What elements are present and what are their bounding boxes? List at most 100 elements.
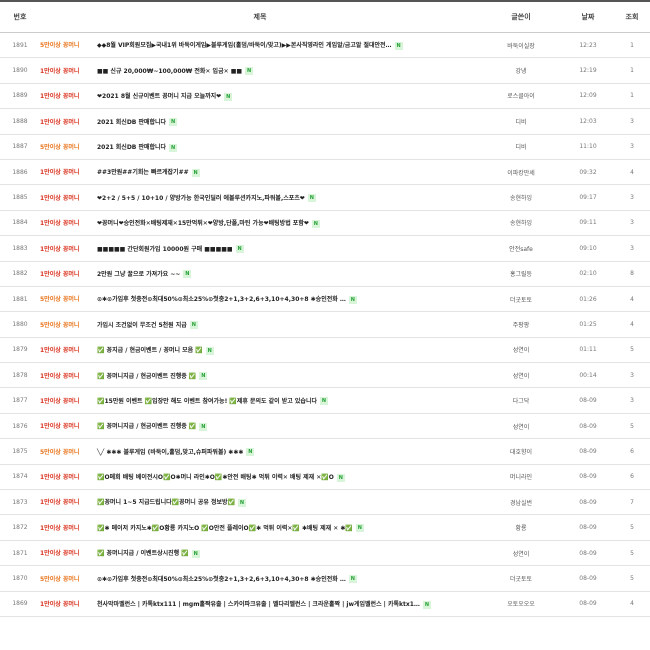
- post-author[interactable]: 강냉: [480, 57, 562, 84]
- post-author[interactable]: 머니라인: [480, 464, 562, 491]
- post-author[interactable]: 홍그릴등: [480, 261, 562, 287]
- post-author[interactable]: 황룡: [480, 514, 562, 541]
- category-link[interactable]: 1만이상 꽁머니: [40, 548, 97, 557]
- post-number: 1885: [0, 184, 40, 211]
- post-date: 09:10: [562, 235, 614, 262]
- post-title-link[interactable]: ◆◆8월 VIP회원모집▶국내1위 바둑이게임▶블루게임(홀덤/바둑이/맞고)▶…: [97, 42, 392, 49]
- new-badge: N: [183, 270, 192, 279]
- column-header-title: 제목: [40, 0, 480, 33]
- post-number: 1877: [0, 387, 40, 414]
- post-number: 1887: [0, 134, 40, 160]
- table-row: 1887 5만이상 꽁머니 2021 회신DB 판매합니다 N 디비 11:10 3: [0, 134, 650, 160]
- category-link[interactable]: 1만이상 꽁머니: [40, 497, 97, 506]
- category-link[interactable]: 1만이상 꽁머니: [40, 396, 97, 405]
- post-title-link[interactable]: ✅✱ 메이저 카지노✱✅O황룡 카지노O ✅O안전 플레이O✅✱ 먹튀 이력✕✅…: [97, 525, 353, 532]
- post-title-cell: 1만이상 꽁머니 ##3만원##기회는 빠르게잡기## N: [40, 159, 480, 186]
- post-author[interactable]: 바둑이실장: [480, 32, 562, 59]
- post-author[interactable]: 오토오오오: [480, 591, 562, 617]
- post-author[interactable]: 송현하잉: [480, 210, 562, 237]
- post-author[interactable]: 성연이: [480, 413, 562, 440]
- post-title-link[interactable]: ❤2021 8월 신규이벤트 꽁머니 지급 오늘까지❤: [97, 93, 221, 100]
- post-author[interactable]: 성연이: [480, 362, 562, 389]
- post-author[interactable]: 다그닥: [480, 387, 562, 414]
- category-link[interactable]: 1만이상 꽁머니: [40, 599, 97, 608]
- post-title-link[interactable]: ✅ 꽁머니지급 / 현금이벤트 진행중 ✅: [97, 423, 196, 430]
- table-row: 1877 1만이상 꽁머니 ✅15만원 이벤트 ✅입장만 해도 이벤트 참여가능!…: [0, 387, 650, 414]
- post-views: 3: [614, 108, 650, 135]
- post-author[interactable]: 대호향이: [480, 438, 562, 465]
- category-link[interactable]: 1만이상 꽁머니: [40, 523, 97, 532]
- post-title-link[interactable]: ■■■■■ 간단회원가입 10000원 구매 ■■■■■: [97, 246, 233, 253]
- category-link[interactable]: 1만이상 꽁머니: [40, 269, 97, 278]
- post-author[interactable]: 성연이: [480, 337, 562, 364]
- category-link[interactable]: 5만이상 꽁머니: [40, 574, 97, 583]
- post-number: 1880: [0, 311, 40, 338]
- post-date: 08-09: [562, 565, 614, 592]
- category-link[interactable]: 1만이상 꽁머니: [40, 167, 97, 176]
- post-author[interactable]: 로스클아이: [480, 83, 562, 110]
- post-author[interactable]: 이파캉만세: [480, 159, 562, 186]
- category-link[interactable]: 5만이상 꽁머니: [40, 142, 97, 151]
- category-link[interactable]: 1만이상 꽁머니: [40, 244, 97, 253]
- post-date: 08-09: [562, 464, 614, 491]
- table-row: 1890 1만이상 꽁머니 ■■ 신규 20,000₩~100,000₩ 전화✕ …: [0, 57, 650, 84]
- post-title-cell: 1만이상 꽁머니 ✅ 꽁머니지급 / 이벤트상시진행 ✅ N: [40, 540, 480, 567]
- post-title-link[interactable]: ✅ 꽁머니지급 / 현금이벤트 진행중 ✅: [97, 373, 196, 380]
- post-title-cell: 1만이상 꽁머니 ✅O메회 배팅 베이전시O✅O✱머니 라인✱O✅✱안전 배팅✱ …: [40, 464, 480, 491]
- column-header-no: 번호: [0, 0, 40, 33]
- new-badge: N: [246, 448, 255, 457]
- post-title-link[interactable]: 가입시 조건없이 무조건 5천원 지급: [97, 322, 187, 329]
- category-link[interactable]: 5만이상 꽁머니: [40, 447, 97, 456]
- category-link[interactable]: 1만이상 꽁머니: [40, 91, 97, 100]
- category-link[interactable]: 1만이상 꽁머니: [40, 345, 97, 354]
- new-badge: N: [336, 473, 345, 482]
- post-title-link[interactable]: ⊙✱⊙가입후 첫충전⊙최대50%⊙최소25%⊙첫충2+1,3+2,6+3,10+…: [97, 576, 346, 583]
- post-author[interactable]: 더굿토토: [480, 565, 562, 592]
- post-list-body: 1891 5만이상 꽁머니 ◆◆8월 VIP회원모집▶국내1위 바둑이게임▶블루게…: [0, 32, 650, 617]
- post-title-link[interactable]: 천사막마벨런스 | 카톡ktx111 | mgm홀짝유출 | 스카이파크유출 |…: [97, 601, 420, 608]
- category-link[interactable]: 5만이상 꽁머니: [40, 294, 97, 303]
- category-link[interactable]: 1만이상 꽁머니: [40, 218, 97, 227]
- post-title-link[interactable]: 2021 회신DB 판매합니다: [97, 119, 166, 126]
- post-title-link[interactable]: ✅ 꽁지급 / 현금이벤트 / 꽁머니 모음 ✅: [97, 347, 203, 354]
- category-link[interactable]: 5만이상 꽁머니: [40, 320, 97, 329]
- post-number: 1871: [0, 540, 40, 567]
- post-title-link[interactable]: ❤2+2 / 5+5 / 10+10 / 양방가능 한국인딜러 에볼루션카지노,…: [97, 195, 305, 202]
- category-link[interactable]: 1만이상 꽁머니: [40, 193, 97, 202]
- post-author[interactable]: 성연이: [480, 540, 562, 567]
- post-title-link[interactable]: 2021 회신DB 판매합니다: [97, 144, 166, 151]
- new-badge: N: [238, 498, 246, 507]
- post-author[interactable]: 송현하잉: [480, 184, 562, 211]
- category-link[interactable]: 1만이상 꽁머니: [40, 472, 97, 481]
- post-date: 08-09: [562, 540, 614, 567]
- post-number: 1875: [0, 438, 40, 465]
- new-badge: N: [320, 397, 328, 406]
- new-badge: N: [205, 346, 214, 355]
- post-title-link[interactable]: ╲╱ ✱✱✱ 블루게임 (바둑이,홀덤,맞고,슈퍼파워볼) ✱✱✱: [97, 449, 243, 456]
- category-link[interactable]: 5만이상 꽁머니: [40, 40, 97, 49]
- post-title-link[interactable]: ✅꽁머니 1~5 지급드립니다✅꽁머니 공유 정보방✅: [97, 499, 235, 506]
- post-title-link[interactable]: ✅15만원 이벤트 ✅입장만 해도 이벤트 참여가능! ✅제휴 문의도 같이 받…: [97, 398, 317, 405]
- post-title-link[interactable]: ✅ 꽁머니지급 / 이벤트상시진행 ✅: [97, 550, 189, 557]
- category-link[interactable]: 1만이상 꽁머니: [40, 421, 97, 430]
- post-author[interactable]: 경남실번: [480, 489, 562, 516]
- post-title-link[interactable]: ##3만원##기회는 빠르게잡기##: [97, 169, 189, 176]
- post-date: 08-09: [562, 413, 614, 440]
- post-title-link[interactable]: 2만원 그냥 꿀으로 가져가요 ~~: [97, 271, 180, 278]
- table-row: 1880 5만이상 꽁머니 가입시 조건없이 무조건 5천원 지급 N 주팡팡 01…: [0, 311, 650, 338]
- post-title-link[interactable]: ■■ 신규 20,000₩~100,000₩ 전화✕ 입금✕ ■■: [97, 68, 242, 75]
- post-author[interactable]: 주팡팡: [480, 311, 562, 338]
- post-author[interactable]: 더굿토토: [480, 286, 562, 313]
- category-link[interactable]: 1만이상 꽁머니: [40, 66, 97, 75]
- category-link[interactable]: 1만이상 꽁머니: [40, 117, 97, 126]
- post-author[interactable]: 디비: [480, 108, 562, 135]
- post-title-link[interactable]: ⊙✱⊙가입후 첫충전⊙최대50%⊙최소25%⊙첫충2+1,3+2,6+3,10+…: [97, 296, 346, 303]
- post-number: 1870: [0, 565, 40, 592]
- post-author[interactable]: 안전safe: [480, 235, 562, 262]
- category-link[interactable]: 1만이상 꽁머니: [40, 371, 97, 380]
- table-row: 1871 1만이상 꽁머니 ✅ 꽁머니지급 / 이벤트상시진행 ✅ N 성연이 08…: [0, 540, 650, 567]
- post-views: 6: [614, 464, 650, 491]
- post-author[interactable]: 디비: [480, 134, 562, 160]
- post-title-link[interactable]: ❤꽁머니❤승인전화✕배팅제재✕15만먹튀✕❤양방,단폴,마틴 가능❤배팅방법 포…: [97, 220, 309, 227]
- post-title-link[interactable]: ✅O메회 배팅 베이전시O✅O✱머니 라인✱O✅✱안전 배팅✱ 먹튀 이력✕ 배…: [97, 474, 334, 481]
